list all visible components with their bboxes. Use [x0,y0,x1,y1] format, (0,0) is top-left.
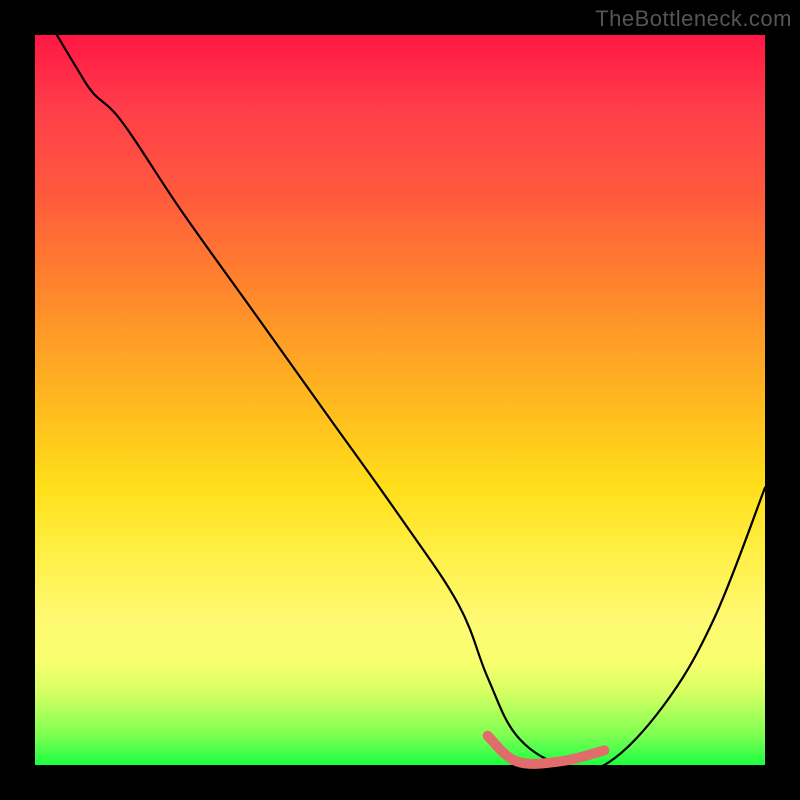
plot-area [35,35,765,765]
chart-frame: TheBottleneck.com [0,0,800,800]
bottleneck-curve [57,35,765,771]
curve-svg [35,35,765,765]
optimal-highlight [488,736,605,764]
watermark-text: TheBottleneck.com [595,6,792,32]
